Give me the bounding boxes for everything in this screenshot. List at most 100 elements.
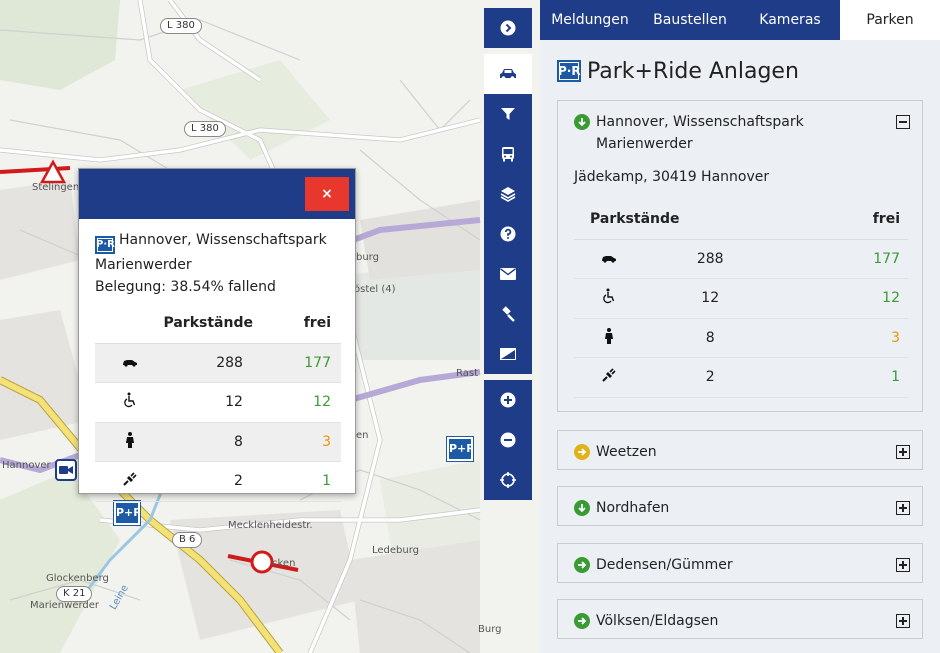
facility-item[interactable]: Dedensen/Gümmer — [557, 543, 923, 583]
table-row: 8 3 — [574, 318, 908, 358]
car-icon — [602, 255, 616, 263]
map-place-label: Burg — [478, 624, 502, 635]
spaces-value: 288 — [165, 343, 261, 383]
collapse-button[interactable] — [484, 8, 532, 48]
ev-plug-icon — [602, 368, 616, 382]
wheelchair-icon — [603, 288, 615, 304]
popup-subtitle: Marienwerder — [95, 257, 192, 273]
facility-header[interactable]: Dedensen/Gümmer — [558, 544, 922, 576]
table-row: 12 12 — [95, 382, 341, 423]
crosshair-icon — [500, 472, 516, 488]
map-street-label: Mecklenheidestr. — [228, 520, 313, 531]
locate-button[interactable] — [484, 460, 532, 500]
bus-icon — [502, 147, 514, 162]
arrow-right-icon — [574, 444, 590, 460]
facility-name-line2: Marienwerder — [596, 136, 693, 152]
table-row: 8 3 — [95, 422, 341, 462]
popup-title: P·R Hannover, Wissenschaftspark — [95, 229, 341, 254]
car-layer-button[interactable] — [484, 54, 532, 94]
facility-header[interactable]: Weetzen — [558, 431, 922, 463]
map-place-label: Marienwerder — [30, 600, 100, 611]
map-tools-group — [484, 8, 532, 48]
map-place-label: Stelingen — [32, 182, 80, 193]
facility-name: Völksen/Eldagsen — [596, 613, 719, 629]
car-icon — [123, 359, 137, 367]
facility-name-line1: Hannover, Wissenschaftspark — [596, 114, 804, 130]
col-free-header: frei — [776, 199, 908, 240]
free-value: 12 — [776, 278, 908, 319]
spaces-value: 2 — [644, 357, 777, 398]
page-title-text: Park+Ride Anlagen — [587, 58, 799, 84]
tab-kameras[interactable]: Kameras — [740, 0, 840, 40]
wheelchair-icon — [124, 392, 136, 408]
facility-header[interactable]: Nordhafen — [558, 487, 922, 519]
expand-toggle-icon[interactable] — [896, 445, 910, 459]
table-row: 288 177 — [574, 239, 908, 279]
legend-button[interactable] — [484, 334, 532, 374]
col-spaces-header: Parkstände — [95, 303, 261, 344]
report-button[interactable] — [484, 294, 532, 334]
map-toolbar — [484, 8, 532, 506]
free-value: 12 — [260, 382, 341, 423]
filter-button[interactable] — [484, 94, 532, 134]
free-value: 177 — [776, 239, 908, 279]
arrow-down-icon — [574, 114, 590, 130]
page-title: P·R Park+Ride Anlagen — [557, 56, 940, 86]
map-place-label: Glockenberg — [46, 573, 109, 584]
park-ride-marker[interactable]: P+R — [113, 500, 142, 526]
free-value: 3 — [776, 318, 908, 358]
map-place-label: Rast — [456, 368, 478, 379]
zoom-out-button[interactable] — [484, 420, 532, 460]
spaces-value: 288 — [644, 239, 777, 279]
map-place-label: östel (4) — [354, 284, 396, 295]
facility-name: Weetzen — [596, 444, 657, 460]
table-row: 2 1 — [574, 357, 908, 398]
tab-parken[interactable]: Parken — [840, 0, 940, 40]
facility-name: Dedensen/Gümmer — [596, 557, 733, 573]
table-row: 2 1 — [95, 461, 341, 502]
popup-header: × — [79, 169, 355, 219]
gavel-icon — [502, 306, 515, 322]
facility-item[interactable]: Völksen/Eldagsen — [557, 599, 923, 639]
facility-header[interactable]: Hannover, Wissenschaftspark Marienwerder — [558, 101, 922, 155]
map-place-label: burg — [356, 252, 379, 263]
park-ride-marker[interactable]: P+R — [446, 436, 475, 462]
collapse-toggle-icon[interactable] — [896, 115, 910, 129]
expand-toggle-icon[interactable] — [896, 614, 910, 628]
expand-toggle-icon[interactable] — [896, 558, 910, 572]
map-place-label: Hannover — [2, 460, 51, 471]
bus-layer-button[interactable] — [484, 134, 532, 174]
facility-name: Hannover, Wissenschaftspark Marienwerder — [596, 111, 896, 155]
ev-plug-icon — [123, 472, 137, 486]
mail-button[interactable] — [484, 254, 532, 294]
spaces-value: 8 — [165, 422, 261, 462]
tab-baustellen[interactable]: Baustellen — [640, 0, 740, 40]
park-ride-icon: P·R — [95, 236, 115, 254]
layer-tools-group — [484, 54, 532, 374]
spaces-value: 2 — [165, 461, 261, 502]
popup-title-text: Hannover, Wissenschaftspark — [119, 232, 327, 248]
camera-marker[interactable] — [55, 459, 77, 481]
question-icon — [500, 226, 516, 242]
popup-parking-table: Parkstände frei 288 177 12 12 8 3 2 1 — [95, 303, 341, 502]
zoom-in-button[interactable] — [484, 380, 532, 420]
popup-close-button[interactable]: × — [305, 177, 349, 211]
table-row: 12 12 — [574, 278, 908, 319]
envelope-icon — [500, 268, 516, 280]
facility-header[interactable]: Völksen/Eldagsen — [558, 600, 922, 632]
spaces-value: 12 — [644, 278, 777, 319]
layers-button[interactable] — [484, 174, 532, 214]
map-place-label: en — [356, 430, 369, 441]
facility-item[interactable]: Weetzen — [557, 430, 923, 470]
expand-toggle-icon[interactable] — [896, 501, 910, 515]
tab-meldungen[interactable]: Meldungen — [540, 0, 640, 40]
panel-tabs: Meldungen Baustellen Kameras Parken — [540, 0, 940, 40]
minus-circle-icon — [500, 432, 516, 448]
map-view[interactable]: L 380 L 380 Stelingen burg östel (4) Ras… — [0, 0, 540, 653]
facility-item[interactable]: Nordhafen — [557, 486, 923, 526]
park-ride-icon: P·R — [557, 60, 581, 82]
map-road-label: L 380 — [160, 18, 202, 34]
popup-occupancy: Belegung: 38.54% fallend — [95, 279, 276, 295]
facility-name: Nordhafen — [596, 500, 670, 516]
help-button[interactable] — [484, 214, 532, 254]
